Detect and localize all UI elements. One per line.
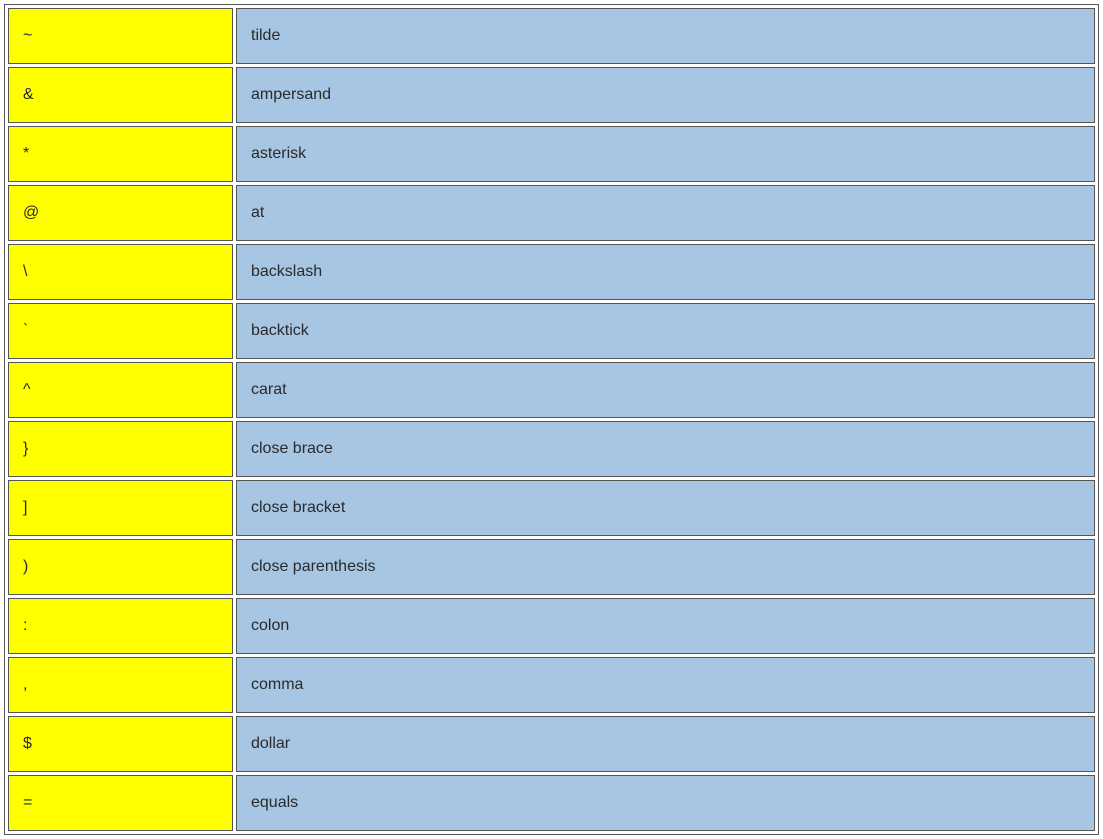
symbol-cell: *: [8, 126, 233, 182]
name-cell: backtick: [236, 303, 1095, 359]
symbol-table-body: ~ tilde & ampersand * asterisk @ at \ ba…: [8, 8, 1095, 831]
name-cell: tilde: [236, 8, 1095, 64]
table-row: ~ tilde: [8, 8, 1095, 64]
table-row: ` backtick: [8, 303, 1095, 359]
table-row: } close brace: [8, 421, 1095, 477]
symbol-cell: @: [8, 185, 233, 241]
symbol-cell: $: [8, 716, 233, 772]
name-cell: equals: [236, 775, 1095, 831]
symbol-cell: }: [8, 421, 233, 477]
symbol-table: ~ tilde & ampersand * asterisk @ at \ ba…: [4, 4, 1099, 835]
name-cell: backslash: [236, 244, 1095, 300]
name-cell: asterisk: [236, 126, 1095, 182]
symbol-cell: &: [8, 67, 233, 123]
name-cell: close brace: [236, 421, 1095, 477]
name-cell: ampersand: [236, 67, 1095, 123]
symbol-cell: ): [8, 539, 233, 595]
table-row: ] close bracket: [8, 480, 1095, 536]
symbol-cell: ~: [8, 8, 233, 64]
symbol-cell: \: [8, 244, 233, 300]
table-row: ^ carat: [8, 362, 1095, 418]
symbol-cell: :: [8, 598, 233, 654]
name-cell: carat: [236, 362, 1095, 418]
symbol-cell: ^: [8, 362, 233, 418]
symbol-cell: =: [8, 775, 233, 831]
name-cell: close parenthesis: [236, 539, 1095, 595]
table-row: : colon: [8, 598, 1095, 654]
symbol-cell: ,: [8, 657, 233, 713]
table-row: \ backslash: [8, 244, 1095, 300]
table-row: , comma: [8, 657, 1095, 713]
table-row: $ dollar: [8, 716, 1095, 772]
name-cell: colon: [236, 598, 1095, 654]
table-row: * asterisk: [8, 126, 1095, 182]
table-row: & ampersand: [8, 67, 1095, 123]
name-cell: close bracket: [236, 480, 1095, 536]
table-row: @ at: [8, 185, 1095, 241]
name-cell: comma: [236, 657, 1095, 713]
name-cell: dollar: [236, 716, 1095, 772]
name-cell: at: [236, 185, 1095, 241]
table-row: = equals: [8, 775, 1095, 831]
symbol-cell: ]: [8, 480, 233, 536]
table-row: ) close parenthesis: [8, 539, 1095, 595]
symbol-cell: `: [8, 303, 233, 359]
